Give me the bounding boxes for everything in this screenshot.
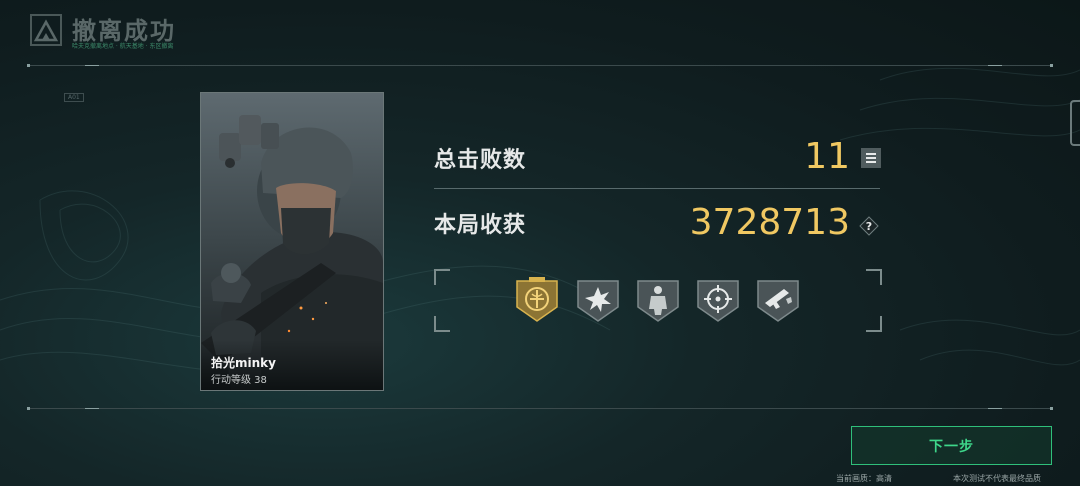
frame-tick — [988, 65, 1002, 66]
badge-frame-corner — [866, 316, 882, 332]
side-panel-handle[interactable] — [1070, 100, 1080, 146]
question-mark: ? — [866, 220, 872, 233]
badge-frame-corner — [434, 269, 450, 285]
logo-icon — [30, 14, 62, 46]
frame-tick — [85, 408, 99, 409]
kills-value: 11 — [804, 136, 850, 177]
page-subtitle: 哈夫克撤离地点 · 航天基地 · 东区撤离 — [72, 43, 174, 50]
badge-frame-corner — [434, 316, 450, 332]
frame-tick — [85, 65, 99, 66]
operator-card: 拾光minky 行动等级 38 — [200, 92, 384, 391]
crosshair-badge[interactable] — [696, 277, 740, 323]
explosion-badge[interactable] — [576, 277, 620, 323]
weapon-badge[interactable] — [756, 277, 800, 323]
top-frame-line — [28, 65, 1052, 66]
frame-dot — [27, 64, 30, 67]
badge-frame-corner — [866, 269, 882, 285]
bottom-frame-line — [28, 408, 1052, 409]
frame-dot — [1050, 407, 1053, 410]
question-icon[interactable]: ? — [859, 216, 879, 236]
player-name: 拾光minky — [211, 356, 276, 370]
topographic-background — [0, 67, 1080, 374]
stats-divider — [434, 188, 880, 189]
next-step-button[interactable]: 下一步 — [851, 426, 1052, 465]
list-icon[interactable] — [861, 148, 881, 168]
soldier-badge[interactable] — [636, 277, 680, 323]
loot-label: 本局收获 — [434, 213, 527, 238]
loot-value: 3728713 — [689, 202, 850, 243]
side-tag: A01 — [64, 93, 84, 102]
gold-emblem-badge[interactable] — [515, 277, 559, 323]
player-level: 行动等级 38 — [211, 375, 267, 386]
kills-label: 总击败数 — [434, 148, 527, 173]
quality-note: 当前画质：高清 — [836, 474, 892, 483]
frame-dot — [1050, 64, 1053, 67]
disclaimer-note: 本次测试不代表最终品质 — [953, 474, 1041, 483]
frame-tick — [988, 408, 1002, 409]
frame-dot — [27, 407, 30, 410]
